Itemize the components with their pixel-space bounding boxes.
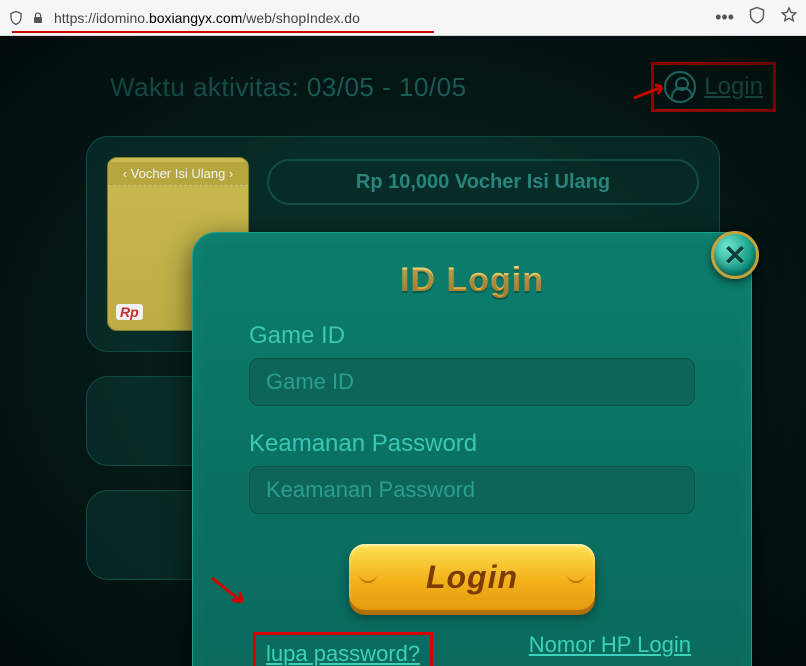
- more-icon[interactable]: •••: [715, 7, 734, 28]
- tracking-shield-icon[interactable]: [8, 10, 24, 26]
- modal-title: ID Login: [249, 261, 695, 300]
- url-host: boxiangyx.com: [149, 10, 242, 26]
- browser-address-bar: https://idomino.boxiangyx.com/web/shopIn…: [0, 0, 806, 36]
- lock-icon[interactable]: [30, 10, 46, 26]
- login-button[interactable]: Login: [349, 544, 595, 610]
- browser-actions: •••: [715, 6, 798, 29]
- bookmark-star-icon[interactable]: [780, 6, 798, 29]
- phone-login-link[interactable]: Nomor HP Login: [529, 632, 691, 666]
- url-display[interactable]: https://idomino.boxiangyx.com/web/shopIn…: [52, 6, 709, 30]
- url-prefix: https://idomino.: [54, 10, 149, 26]
- forgot-password-link[interactable]: lupa password?: [266, 641, 420, 666]
- password-input[interactable]: [249, 466, 695, 514]
- forgot-password-highlight: lupa password?: [253, 632, 433, 666]
- close-icon: ✕: [723, 239, 746, 272]
- modal-links: lupa password? Nomor HP Login: [249, 632, 695, 666]
- login-modal: ✕ ID Login Game ID Keamanan Password Log…: [192, 232, 752, 666]
- password-label: Keamanan Password: [249, 430, 695, 458]
- close-button[interactable]: ✕: [711, 231, 759, 279]
- url-path: /web/shopIndex.do: [242, 10, 360, 26]
- game-id-label: Game ID: [249, 322, 695, 350]
- page-viewport: Waktu aktivitas: 03/05 - 10/05 Login ‹ V…: [0, 36, 806, 666]
- annotation-underline: [12, 31, 434, 33]
- reader-icon[interactable]: [748, 6, 766, 29]
- game-id-input[interactable]: [249, 358, 695, 406]
